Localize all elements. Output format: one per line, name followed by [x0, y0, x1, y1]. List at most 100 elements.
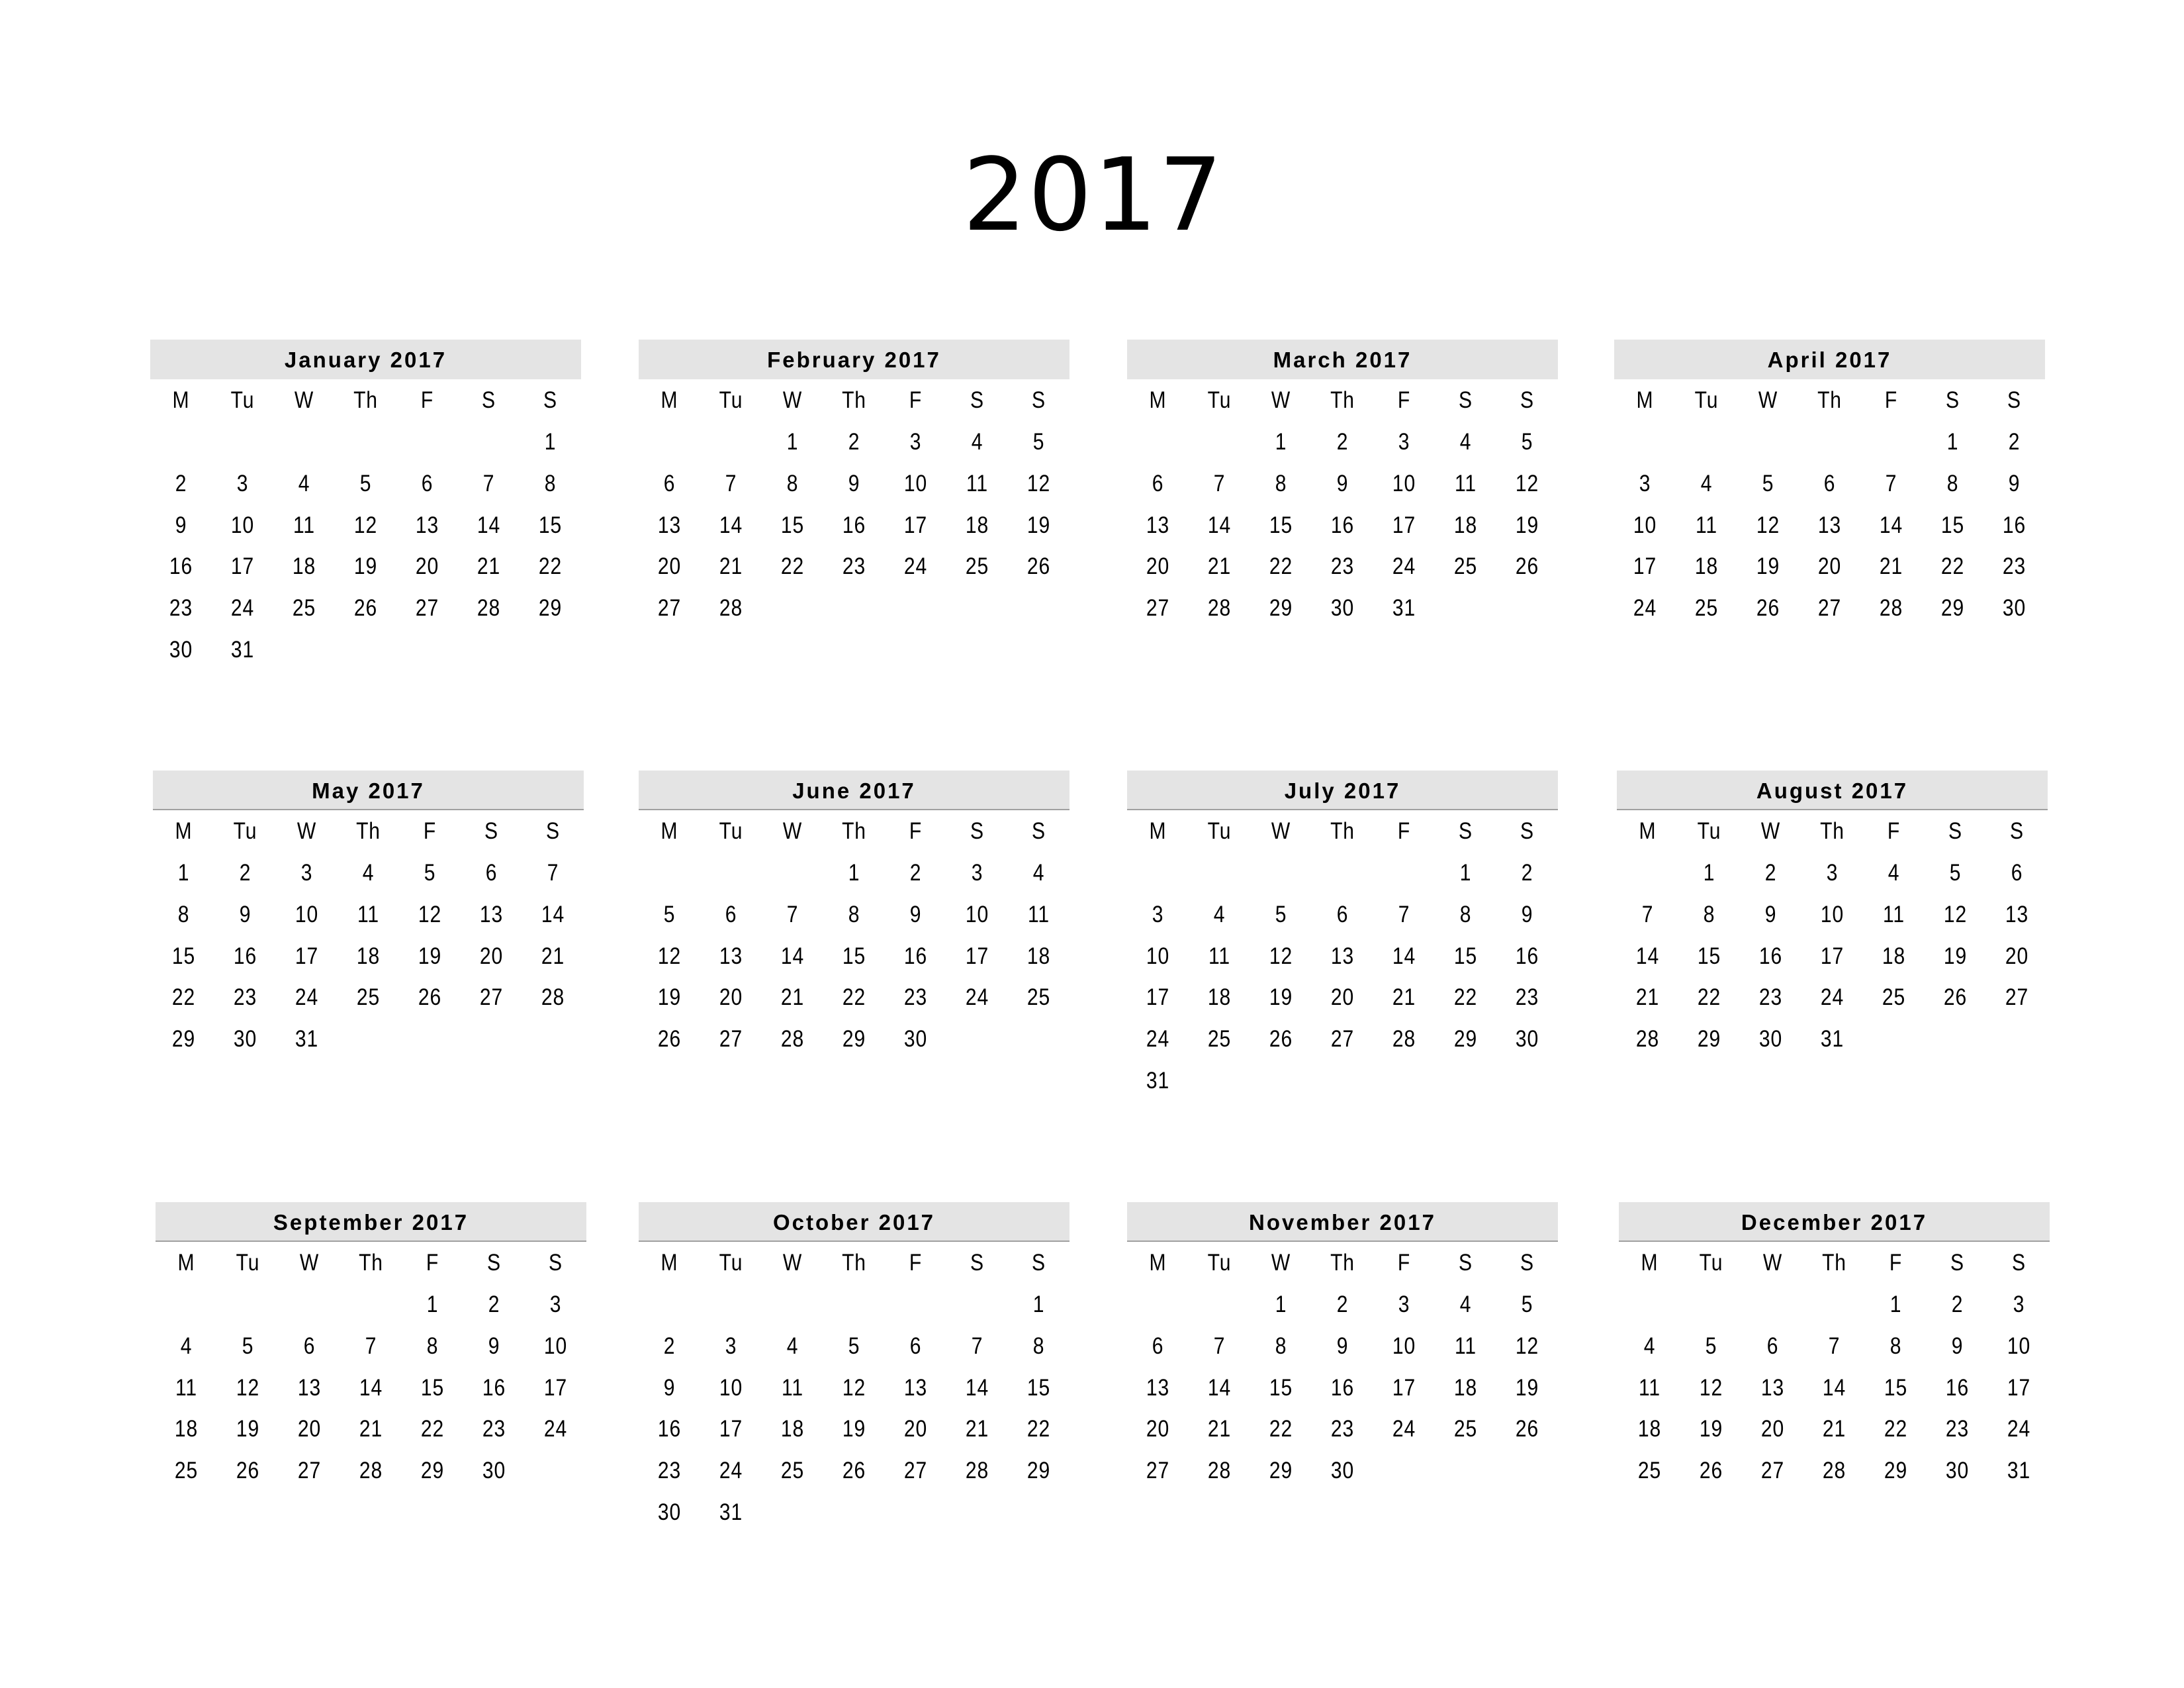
day-cell: 5: [848, 1333, 860, 1359]
day-cell: 15: [1269, 1374, 1293, 1401]
day-cell: 12: [418, 901, 442, 927]
week-row: 4 5 6 7 8 9 10: [1619, 1326, 2050, 1368]
day-cell: 24: [1392, 553, 1416, 580]
weekday-label: F: [1887, 818, 1901, 844]
weekday-label: S: [2012, 1250, 2026, 1276]
weekday-label: M: [660, 818, 678, 844]
empty-day-cell: [283, 1284, 336, 1326]
day-cell: 24: [1633, 595, 1657, 622]
day-cell: 8: [1889, 1333, 1902, 1359]
weekday-label: S: [2010, 818, 2024, 844]
day-cell: 16: [1945, 1374, 1970, 1401]
empty-day-cell: [1808, 1284, 1861, 1326]
empty-day-cell: [1013, 1492, 1066, 1534]
day-cell: 6: [1823, 470, 1836, 496]
day-cell: 1: [786, 429, 799, 455]
day-cell: 15: [1269, 512, 1293, 538]
weekday-header-row: M Tu W Th F S S: [156, 1242, 586, 1284]
day-cell: 27: [1817, 595, 1842, 622]
day-cell: 8: [177, 901, 190, 927]
day-cell: 14: [1879, 512, 1903, 538]
day-cell: 12: [353, 512, 378, 538]
day-cell: 27: [297, 1458, 322, 1484]
week-row: 20 21 22 23 24 25 26: [1127, 546, 1558, 588]
day-cell: 21: [1635, 984, 1660, 1011]
week-row: 1 2 3 4 5: [1127, 422, 1558, 463]
day-cell: 4: [1032, 860, 1045, 886]
day-cell: 30: [903, 1026, 928, 1053]
empty-day-cell: [1193, 1060, 1246, 1102]
day-cell: 17: [295, 943, 319, 969]
day-cell: 25: [1207, 1026, 1232, 1053]
day-cell: 25: [965, 553, 989, 580]
month-day-grid: M Tu W Th F S S 1 2 3 4 5 6 7 8 9 10 11 12 13 14 15 16 17 18 19 20…: [153, 810, 584, 1060]
day-cell: 25: [292, 595, 316, 622]
day-cell: 6: [2011, 860, 2023, 886]
day-cell: 9: [2008, 470, 2021, 496]
day-cell: 14: [1822, 1374, 1846, 1401]
day-cell: 20: [415, 553, 439, 580]
weekday-label: Th: [359, 1250, 383, 1276]
day-cell: 12: [236, 1374, 260, 1401]
day-cell: 16: [1330, 1374, 1355, 1401]
weekday-label: Tu: [233, 818, 257, 844]
day-cell: 3: [1398, 429, 1410, 455]
day-cell: 18: [1207, 984, 1232, 1011]
day-cell: 10: [965, 901, 989, 927]
day-cell: 9: [848, 470, 860, 496]
empty-day-cell: [1132, 1284, 1185, 1326]
day-cell: 6: [1152, 470, 1164, 496]
day-cell: 20: [1146, 553, 1170, 580]
week-row: 23 24 25 26 27 28 29: [639, 1450, 1069, 1492]
empty-day-cell: [278, 422, 331, 463]
day-cell: 25: [1882, 984, 1906, 1011]
weekday-label: M: [1149, 818, 1167, 844]
day-cell: 15: [1697, 943, 1721, 969]
week-row: 1 2 3 4 5 6 7: [153, 853, 584, 894]
weekday-label: W: [1271, 1250, 1291, 1276]
day-cell: 17: [719, 1416, 743, 1442]
month-january: January 2017 M Tu W Th F S S 1 2 3 4 5 6 7 8 9 10 11 12 13 14…: [150, 340, 581, 671]
weekday-label: S: [1950, 1250, 1964, 1276]
day-cell: 15: [1884, 1374, 1908, 1401]
day-cell: 10: [1633, 512, 1657, 538]
day-cell: 15: [1453, 943, 1478, 969]
day-cell: 11: [175, 1374, 197, 1401]
day-cell: 30: [657, 1499, 682, 1525]
day-cell: 7: [1398, 901, 1410, 927]
weekday-label: S: [1459, 387, 1473, 413]
day-cell: 16: [1758, 943, 1783, 969]
empty-day-cell: [705, 853, 758, 894]
day-cell: 10: [1392, 470, 1416, 496]
weekday-label: Tu: [1207, 818, 1232, 844]
week-row: 11 12 13 14 15 16 17: [1619, 1368, 2050, 1409]
day-cell: 10: [2007, 1333, 2031, 1359]
day-cell: 26: [1515, 553, 1539, 580]
month-header: May 2017: [153, 771, 584, 810]
month-day-grid: M Tu W Th F S S 1 2 3 4 5 6 7 8 9 10 11 12 13 14 15 16 17 18 19 20…: [1127, 1242, 1558, 1492]
day-cell: 28: [1207, 595, 1232, 622]
day-cell: 22: [538, 553, 563, 580]
weekday-label: M: [1149, 387, 1167, 413]
day-cell: 21: [965, 1416, 989, 1442]
day-cell: 22: [1269, 1416, 1293, 1442]
weekday-header-row: M Tu W Th F S S: [1619, 1242, 2050, 1284]
day-cell: 7: [1641, 901, 1654, 927]
week-row: 24 25 26 27 28 29 30: [1127, 1019, 1558, 1060]
day-cell: 19: [1269, 984, 1293, 1011]
day-cell: 9: [1336, 1333, 1349, 1359]
weekday-label: S: [1032, 818, 1046, 844]
day-cell: 8: [848, 901, 860, 927]
day-cell: 6: [1152, 1333, 1164, 1359]
week-row: 17 18 19 20 21 22 23: [1614, 546, 2045, 588]
day-cell: 13: [2005, 901, 2029, 927]
day-cell: 5: [1032, 429, 1045, 455]
day-cell: 20: [479, 943, 504, 969]
day-cell: 8: [1703, 901, 1715, 927]
month-june: June 2017 M Tu W Th F S S 1 2 3 4 5 6 7 8 9 10 11 12 13 14 15 1…: [639, 771, 1069, 1060]
month-header: July 2017: [1127, 771, 1558, 810]
month-march: March 2017 M Tu W Th F S S 1 2 3 4 5 6 7 8 9 10 11 12 13 14 15…: [1127, 340, 1558, 630]
weekday-label: W: [1271, 818, 1291, 844]
day-cell: 29: [538, 595, 563, 622]
week-row: 8 9 10 11 12 13 14: [153, 894, 584, 936]
